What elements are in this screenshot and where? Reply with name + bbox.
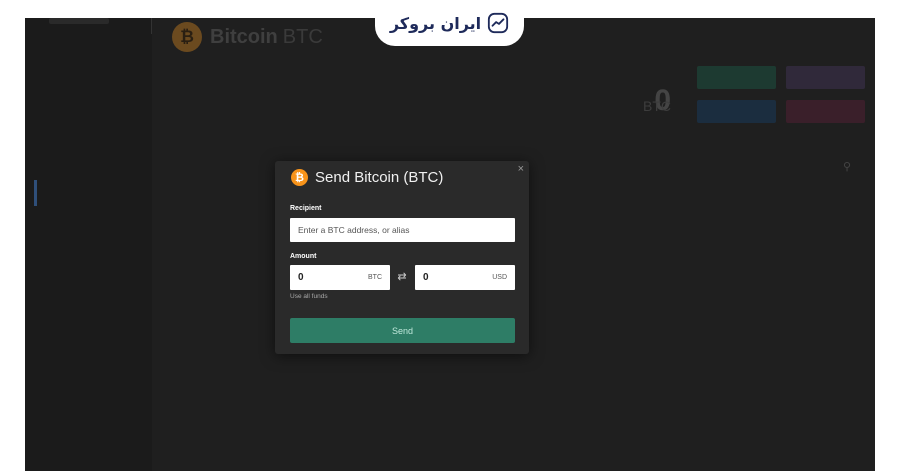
use-all-funds-link[interactable]: Use all funds [290, 293, 328, 300]
send-button[interactable]: Send [290, 318, 515, 343]
swap-icon[interactable]: ⇄ [394, 270, 410, 283]
bitcoin-logo-icon: ₿ [172, 22, 202, 52]
coin-title: Bitcoin BTC [210, 26, 323, 49]
amount-usd-value: 0 [423, 272, 429, 283]
brand-watermark: ایران بروکر [375, 0, 524, 46]
close-icon[interactable]: × [518, 163, 524, 175]
amount-usd-input[interactable]: 0 USD [415, 265, 515, 290]
send-modal: × ₿ Send Bitcoin (BTC) Recipient Amount … [275, 161, 529, 354]
balance-unit: BTC [643, 98, 671, 114]
send-button-top[interactable] [786, 66, 865, 89]
amount-btc-unit: BTC [368, 274, 382, 281]
amount-btc-value: 0 [298, 272, 304, 283]
receive-button[interactable] [697, 66, 776, 89]
amount-label: Amount [290, 253, 317, 260]
coin-name: Bitcoin [210, 25, 278, 48]
recipient-label: Recipient [290, 205, 322, 212]
sidebar-active-indicator [34, 180, 37, 206]
exchange-button[interactable] [786, 100, 865, 123]
modal-title: Send Bitcoin (BTC) [315, 169, 444, 186]
amount-btc-input[interactable]: 0 BTC [290, 265, 390, 290]
modal-header: ₿ Send Bitcoin (BTC) [291, 169, 443, 186]
bitcoin-icon: ₿ [291, 169, 308, 186]
sidebar-header-placeholder [49, 18, 109, 24]
amount-usd-unit: USD [492, 274, 507, 281]
sidebar-divider [151, 18, 152, 34]
coin-header: ₿ Bitcoin BTC [172, 22, 323, 52]
search-icon[interactable]: ⚲ [843, 160, 851, 173]
buy-button[interactable] [697, 100, 776, 123]
wallet-app-window: ₿ Bitcoin BTC 0 BTC ⚲ × ₿ Send Bitcoin (B… [25, 18, 875, 471]
trend-chart-icon [488, 12, 509, 34]
recipient-input[interactable] [290, 218, 515, 242]
coin-symbol: BTC [282, 25, 323, 48]
brand-name: ایران بروکر [389, 13, 482, 33]
sidebar [25, 18, 152, 471]
